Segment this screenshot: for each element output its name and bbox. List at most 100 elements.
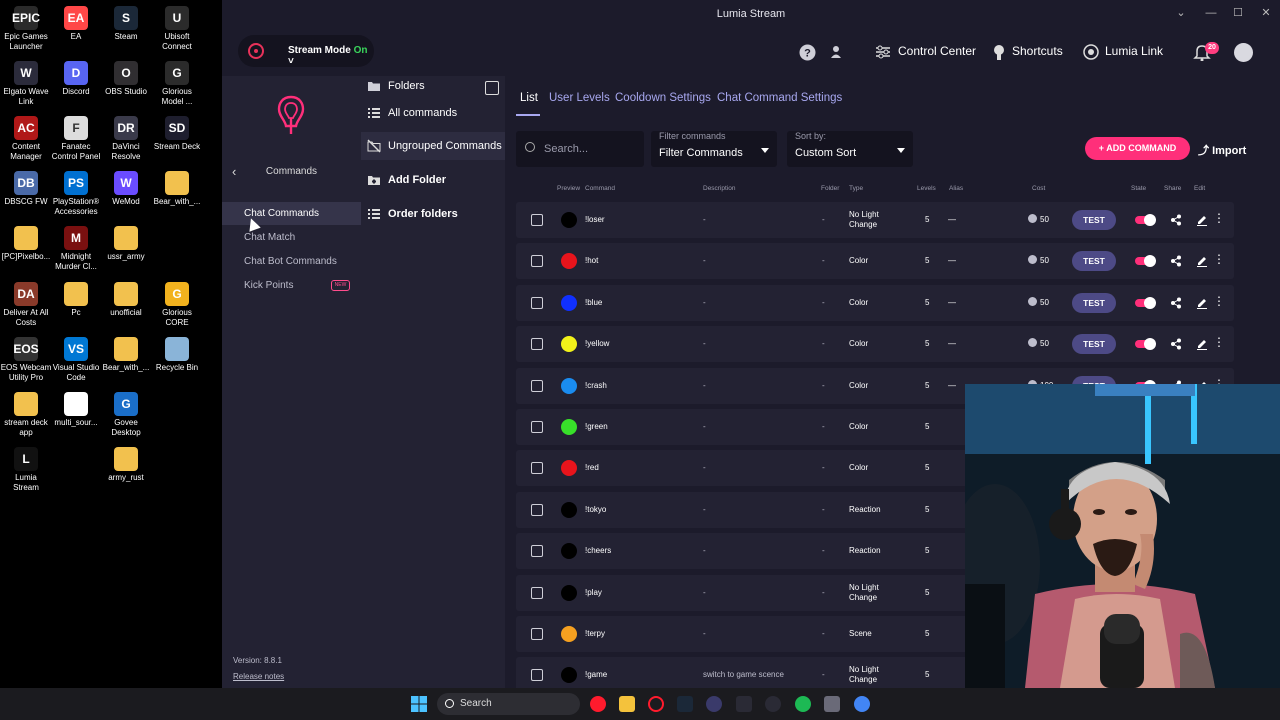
edit-pencil-icon[interactable] — [1196, 297, 1208, 309]
share-icon[interactable] — [1170, 255, 1182, 267]
shortcuts-link[interactable]: Shortcuts — [1012, 44, 1063, 58]
tab-user-levels[interactable]: User Levels — [549, 92, 610, 104]
desktop-icon[interactable]: multi_sour... — [50, 392, 102, 428]
lumia-stream-taskbar-icon[interactable] — [736, 696, 752, 712]
desktop-icon[interactable]: L Lumia Stream — [0, 447, 52, 493]
steam-icon[interactable] — [677, 696, 693, 712]
chrome-icon[interactable] — [854, 696, 870, 712]
desktop-icon[interactable]: EPIC Epic Games Launcher — [0, 6, 52, 52]
row-checkbox[interactable] — [531, 379, 543, 392]
desktop-icon[interactable]: S Steam — [100, 6, 152, 42]
test-button[interactable]: TEST — [1072, 210, 1116, 230]
share-icon[interactable] — [1170, 338, 1182, 350]
test-button[interactable]: TEST — [1072, 292, 1116, 313]
desktop-icon[interactable]: PS PlayStation® Accessories — [50, 171, 102, 217]
desktop-icon[interactable]: M Midnight Murder Cl... — [50, 226, 102, 272]
desktop-icon[interactable]: O OBS Studio — [100, 61, 152, 97]
desktop-icon[interactable]: VS Visual Studio Code — [50, 337, 102, 383]
state-toggle[interactable] — [1135, 255, 1156, 268]
desktop-icon[interactable]: EOS EOS Webcam Utility Pro — [0, 337, 52, 383]
sidebar-item-kick-points[interactable]: Kick Points NEW — [222, 274, 361, 297]
desktop-icon[interactable]: G Glorious CORE — [151, 282, 203, 328]
desktop-icon[interactable]: W Elgato Wave Link — [0, 61, 52, 107]
share-icon[interactable] — [1170, 297, 1182, 309]
state-toggle[interactable] — [1135, 214, 1156, 226]
collapse-panel-icon[interactable] — [485, 81, 499, 95]
order-folders-button[interactable]: Order folders — [361, 200, 505, 228]
users-icon[interactable] — [828, 43, 846, 61]
taskbar-search-box[interactable]: Search — [437, 693, 580, 715]
row-checkbox[interactable] — [531, 586, 543, 599]
share-icon[interactable] — [1170, 214, 1182, 226]
desktop-icon[interactable]: unofficial — [100, 282, 152, 318]
chevron-down-icon[interactable]: ⌄ — [1174, 6, 1188, 20]
edit-pencil-icon[interactable] — [1196, 338, 1208, 351]
edit-pencil-icon[interactable] — [1196, 255, 1208, 268]
desktop-icon[interactable]: DB DBSCG FW — [0, 171, 52, 207]
edit-pencil-icon[interactable] — [1196, 214, 1208, 226]
desktop-icon[interactable]: AC Content Manager — [0, 116, 52, 162]
import-button[interactable]: ⤴ Import — [1198, 142, 1246, 158]
row-checkbox[interactable] — [531, 338, 543, 351]
desktop-icon[interactable]: G Glorious Model ... — [151, 61, 203, 107]
row-checkbox[interactable] — [531, 545, 543, 558]
minimize-icon[interactable]: — — [1204, 6, 1218, 20]
windows-start-icon[interactable] — [411, 696, 427, 712]
opera-gx-icon[interactable] — [648, 696, 664, 712]
row-checkbox[interactable] — [531, 503, 543, 516]
add-command-button[interactable]: + ADD COMMAND — [1085, 137, 1190, 160]
more-vertical-icon[interactable]: ⋮ — [1213, 212, 1225, 227]
table-row[interactable]: !loser - - No Light Change 5 — 50 TEST ⋮ — [516, 202, 1234, 238]
spotify-icon[interactable] — [795, 696, 811, 712]
desktop-icon[interactable]: D Discord — [50, 61, 102, 97]
folder-ungrouped-commands[interactable]: Ungrouped Commands — [361, 132, 505, 160]
table-row[interactable]: !hot - - Color 5 — 50 TEST ⋮ — [516, 243, 1234, 280]
row-checkbox[interactable] — [531, 296, 543, 309]
test-button[interactable]: TEST — [1072, 334, 1116, 355]
row-checkbox[interactable] — [531, 421, 543, 433]
desktop-icon[interactable]: ussr_army — [100, 226, 152, 262]
desktop-icon[interactable]: EA EA — [50, 6, 102, 42]
desktop-icon[interactable]: Bear_with_... — [100, 337, 152, 373]
file-explorer-icon[interactable] — [619, 696, 635, 712]
maximize-icon[interactable]: ☐ — [1231, 6, 1245, 20]
desktop-icon[interactable]: army_rust — [100, 447, 152, 483]
desktop-icon[interactable]: Bear_with_... — [151, 171, 203, 207]
control-center-link[interactable]: Control Center — [898, 44, 976, 58]
close-icon[interactable]: ✕ — [1259, 6, 1273, 20]
row-checkbox[interactable] — [531, 255, 543, 268]
desktop-icon[interactable]: F Fanatec Control Panel — [50, 116, 102, 162]
sort-by-select[interactable]: Sort by: Custom Sort — [787, 131, 913, 167]
app-icon[interactable] — [765, 696, 781, 712]
more-vertical-icon[interactable]: ⋮ — [1213, 336, 1225, 351]
state-toggle[interactable] — [1135, 338, 1156, 351]
desktop-icon[interactable]: DA Deliver At All Costs — [0, 282, 52, 328]
sidebar-item-chat-bot-commands[interactable]: Chat Bot Commands — [222, 250, 361, 273]
desktop-icon[interactable]: Pc — [50, 282, 102, 318]
desktop-icon[interactable]: G Govee Desktop — [100, 392, 152, 438]
row-checkbox[interactable] — [531, 669, 543, 682]
row-checkbox[interactable] — [531, 462, 543, 475]
sidebar-item-chat-match[interactable]: Chat Match — [222, 226, 361, 249]
desktop-icon[interactable]: Recycle Bin — [151, 337, 203, 373]
settings-icon[interactable] — [824, 696, 840, 712]
desktop-icon[interactable]: stream deck app — [0, 392, 52, 438]
desktop-icon[interactable]: SD Stream Deck — [151, 116, 203, 152]
row-checkbox[interactable] — [531, 628, 543, 640]
avatar[interactable] — [1234, 43, 1253, 62]
help-icon[interactable]: ? — [798, 43, 816, 61]
sidebar-item-chat-commands[interactable]: Chat Commands — [222, 202, 361, 225]
filter-commands-select[interactable]: Filter commands Filter Commands — [651, 131, 777, 167]
desktop-icon[interactable]: W WeMod — [100, 171, 152, 207]
stream-mode-toggle[interactable]: Stream Mode On ˅ — [238, 35, 374, 67]
more-vertical-icon[interactable]: ⋮ — [1213, 295, 1225, 310]
table-row[interactable]: !yellow - - Color 5 — 50 TEST ⋮ — [516, 326, 1234, 363]
tab-list[interactable]: List — [520, 92, 538, 104]
state-toggle[interactable] — [1135, 296, 1156, 309]
lumia-link-link[interactable]: Lumia Link — [1105, 44, 1163, 58]
table-row[interactable]: !blue - - Color 5 — 50 TEST ⋮ — [516, 284, 1234, 321]
app-icon[interactable] — [706, 696, 722, 712]
tab-chat-command-settings[interactable]: Chat Command Settings — [717, 92, 842, 104]
tab-cooldown-settings[interactable]: Cooldown Settings — [615, 92, 711, 104]
more-vertical-icon[interactable]: ⋮ — [1213, 253, 1225, 268]
